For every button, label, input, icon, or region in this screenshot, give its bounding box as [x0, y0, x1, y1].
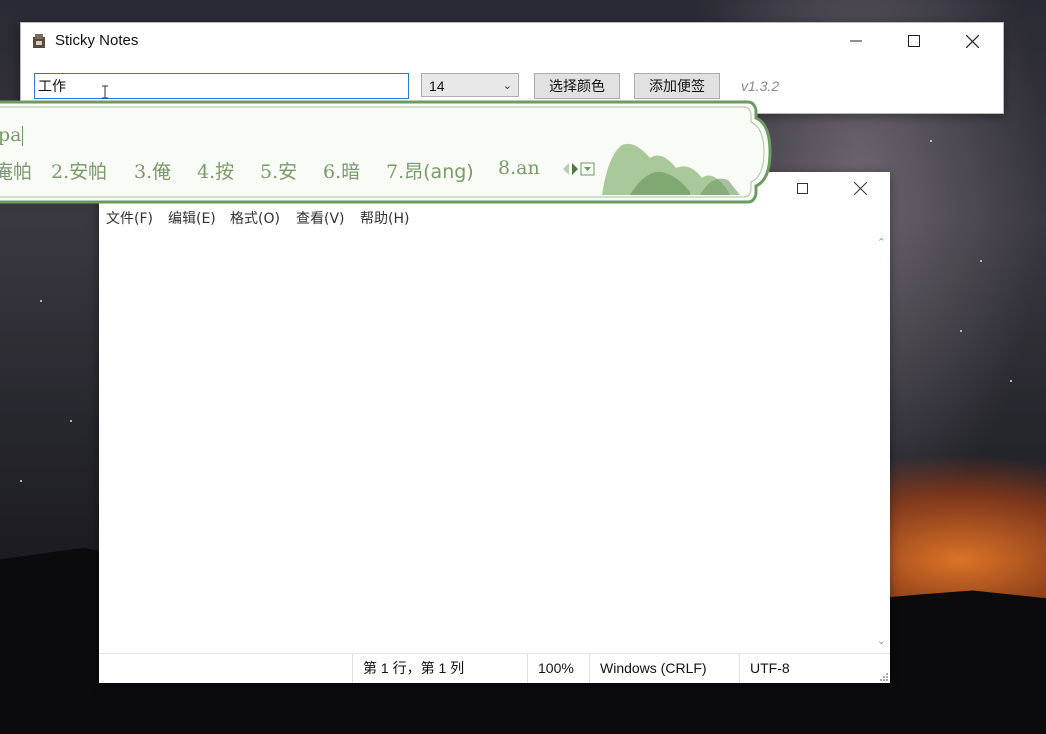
- ime-candidate-6[interactable]: 6.暗: [323, 157, 360, 184]
- status-encoding: UTF-8: [739, 654, 869, 683]
- ime-candidate-2[interactable]: 2.安帕: [51, 157, 107, 184]
- star: [20, 480, 22, 482]
- maximize-button[interactable]: [885, 23, 943, 59]
- status-cursor-position: 第 1 行，第 1 列: [352, 654, 527, 683]
- font-size-value: 14: [429, 78, 445, 94]
- close-button[interactable]: [943, 23, 1001, 59]
- ime-composition-text: pa: [0, 124, 22, 146]
- ime-candidate-1[interactable]: 庵帕: [0, 157, 32, 184]
- close-button[interactable]: [837, 172, 883, 204]
- ime-caret: [22, 126, 23, 146]
- minimize-button[interactable]: [827, 23, 885, 59]
- ime-candidate-7-pinyin: (ang): [423, 161, 474, 183]
- menu-file[interactable]: 文件(F): [106, 208, 153, 228]
- title-bar: Sticky Notes: [21, 23, 1003, 59]
- star: [980, 260, 982, 262]
- status-line-ending: Windows (CRLF): [589, 654, 739, 683]
- ime-page-arrows: [563, 162, 595, 176]
- version-label: v1.3.2: [741, 78, 780, 94]
- close-icon: [853, 181, 867, 195]
- maximize-button[interactable]: [779, 172, 825, 204]
- close-icon: [965, 34, 979, 48]
- ime-candidate-7[interactable]: 7.昂(ang): [386, 157, 474, 184]
- star: [40, 300, 42, 302]
- star: [960, 330, 962, 332]
- minimize-icon: [850, 40, 862, 42]
- menu-help[interactable]: 帮助(H): [360, 208, 409, 228]
- app-icon: [33, 34, 45, 48]
- ime-candidate-7-text: 7.昂: [386, 161, 424, 183]
- status-zoom: 100%: [527, 654, 589, 683]
- ime-frame: [0, 100, 772, 204]
- scroll-down-icon[interactable]: ⌄: [877, 634, 886, 647]
- ime-candidate-window: pa 庵帕 2.安帕 3.俺 4.按 5.安 6.暗 7.昂(ang) 8.an: [0, 100, 772, 204]
- chevron-down-icon: ⌄: [502, 80, 512, 92]
- star: [930, 140, 932, 142]
- status-bar: 第 1 行，第 1 列 100% Windows (CRLF) UTF-8: [99, 653, 890, 683]
- resize-grip-icon[interactable]: [878, 671, 888, 681]
- star: [70, 420, 72, 422]
- font-size-select[interactable]: 14 ⌄: [421, 73, 519, 97]
- maximize-icon: [796, 182, 808, 194]
- prev-page-icon[interactable]: [563, 163, 569, 175]
- choose-color-button[interactable]: 选择颜色: [534, 73, 620, 99]
- notepad-window: 文件(F) 编辑(E) 格式(O) 查看(V) 帮助(H) ⌃ ⌄ 第 1 行，…: [99, 172, 890, 683]
- menu-edit[interactable]: 编辑(E): [168, 208, 216, 228]
- star: [1010, 380, 1012, 382]
- note-title-input[interactable]: 工作: [34, 73, 409, 99]
- text-editor-area[interactable]: [99, 232, 874, 652]
- ime-candidate-8[interactable]: 8.an: [498, 157, 540, 179]
- ime-candidate-3[interactable]: 3.俺: [134, 157, 171, 184]
- text-cursor-icon: [102, 85, 108, 99]
- add-note-button[interactable]: 添加便签: [634, 73, 720, 99]
- next-page-icon[interactable]: [572, 163, 578, 175]
- scroll-up-icon[interactable]: ⌃: [877, 236, 886, 249]
- window-title: Sticky Notes: [55, 32, 139, 49]
- menu-format[interactable]: 格式(O): [230, 208, 280, 228]
- ime-candidate-5[interactable]: 5.安: [260, 157, 297, 184]
- ime-candidate-4[interactable]: 4.按: [197, 157, 234, 184]
- menu-view[interactable]: 查看(V): [296, 208, 345, 228]
- maximize-icon: [908, 35, 920, 47]
